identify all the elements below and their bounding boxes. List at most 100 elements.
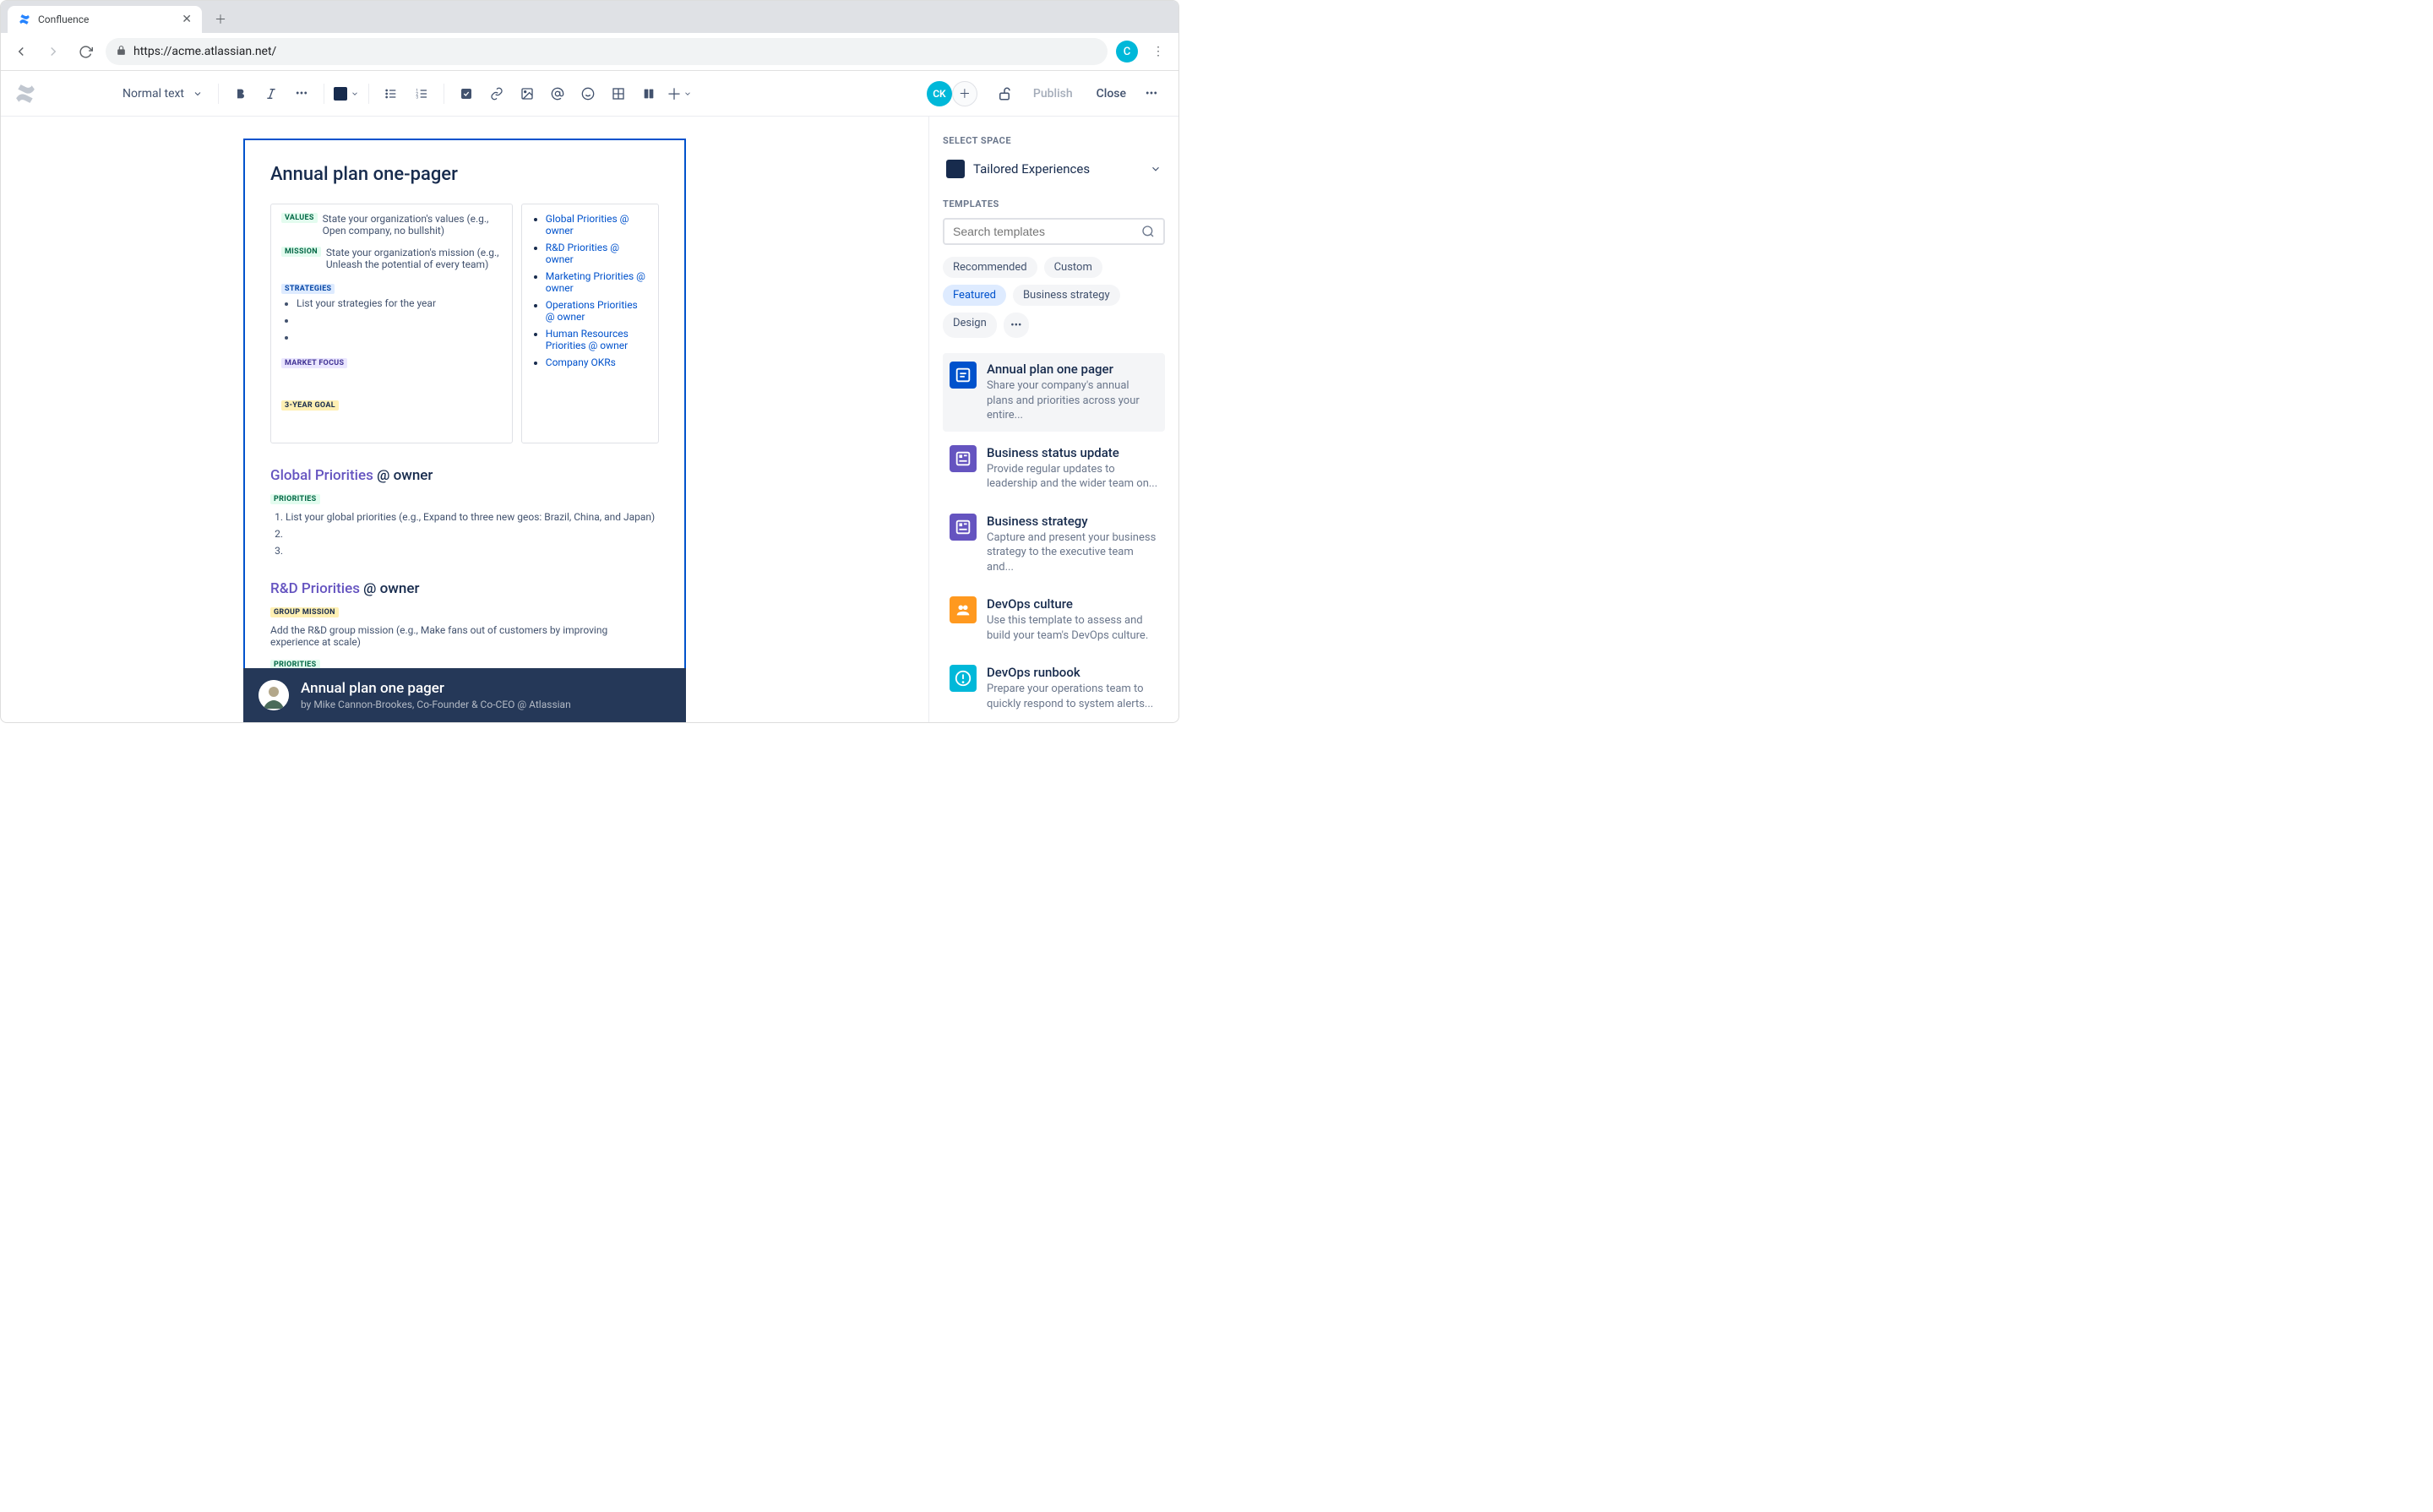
- banner-title: Annual plan one pager: [301, 680, 571, 697]
- editor-area[interactable]: Annual plan one-pager VALUES State your o…: [1, 117, 928, 722]
- chevron-down-icon: [351, 90, 359, 98]
- toc-item[interactable]: Marketing Priorities @ owner: [546, 270, 648, 294]
- text-color-button[interactable]: [333, 80, 360, 107]
- toc-item[interactable]: Operations Priorities @ owner: [546, 299, 648, 323]
- template-icon: [950, 362, 977, 389]
- bullet-list-button[interactable]: [378, 80, 405, 107]
- image-button[interactable]: [514, 80, 541, 107]
- threeyear-badge: 3-YEAR GOAL: [281, 400, 339, 411]
- layouts-button[interactable]: [635, 80, 662, 107]
- link-button[interactable]: [483, 80, 510, 107]
- strategies-item-empty[interactable]: [297, 314, 502, 326]
- values-badge: VALUES: [281, 213, 318, 223]
- app-body: Annual plan one-pager VALUES State your o…: [1, 117, 1178, 722]
- list-item[interactable]: List your global priorities (e.g., Expan…: [286, 511, 659, 523]
- left-column[interactable]: VALUES State your organization's values (…: [270, 204, 513, 443]
- mission-text[interactable]: State your organization's mission (e.g.,…: [326, 247, 502, 270]
- confluence-app: Normal text ••• 123 ＋: [1, 71, 1178, 722]
- more-actions-button[interactable]: •••: [1138, 80, 1165, 107]
- templates-panel: SELECT SPACE Tailored Experiences TEMPLA…: [928, 117, 1178, 722]
- action-item-button[interactable]: [453, 80, 480, 107]
- svg-text:3: 3: [416, 95, 418, 100]
- strategies-item[interactable]: List your strategies for the year: [297, 297, 502, 309]
- browser-menu-icon[interactable]: ⋮: [1146, 40, 1170, 63]
- chevron-down-icon: [193, 89, 203, 99]
- separator: [218, 84, 219, 104]
- toc-link[interactable]: Marketing Priorities @ owner: [546, 270, 645, 294]
- toc-item[interactable]: Company OKRs: [546, 356, 648, 368]
- browser-profile-avatar[interactable]: C: [1116, 41, 1138, 63]
- color-swatch-icon: [334, 87, 347, 101]
- confluence-logo-icon[interactable]: [14, 83, 36, 105]
- template-item[interactable]: Business status update Provide regular u…: [943, 437, 1165, 500]
- toc-link[interactable]: Human Resources Priorities @ owner: [546, 328, 629, 351]
- rd-priorities-heading[interactable]: R&D Priorities @ owner: [270, 580, 659, 597]
- filter-chip[interactable]: Business strategy: [1013, 285, 1120, 306]
- template-info-banner: Annual plan one pager by Mike Cannon-Bro…: [243, 668, 686, 722]
- toc-item[interactable]: R&D Priorities @ owner: [546, 242, 648, 265]
- template-title: DevOps runbook: [987, 665, 1158, 680]
- italic-button[interactable]: [258, 80, 285, 107]
- template-desc: Use this template to assess and build yo…: [987, 613, 1158, 643]
- toc-link[interactable]: Operations Priorities @ owner: [546, 299, 638, 323]
- global-priorities-list[interactable]: List your global priorities (e.g., Expan…: [286, 511, 659, 557]
- toc-link[interactable]: R&D Priorities @ owner: [546, 242, 619, 265]
- text-style-label: Normal text: [122, 87, 184, 101]
- templates-label: TEMPLATES: [943, 199, 1165, 209]
- template-item[interactable]: Annual plan one pager Share your company…: [943, 353, 1165, 432]
- table-button[interactable]: [605, 80, 632, 107]
- new-tab-button[interactable]: ＋: [209, 8, 232, 31]
- filter-chip[interactable]: Custom: [1044, 257, 1102, 278]
- user-avatar[interactable]: CK: [927, 81, 952, 106]
- chevron-down-icon: [683, 90, 692, 98]
- toc-item[interactable]: Human Resources Priorities @ owner: [546, 328, 648, 351]
- emoji-button[interactable]: [574, 80, 601, 107]
- search-templates-input[interactable]: [943, 218, 1165, 245]
- global-priorities-heading[interactable]: Global Priorities @ owner: [270, 467, 659, 484]
- template-item[interactable]: DevOps runbook Prepare your operations t…: [943, 656, 1165, 720]
- publish-button[interactable]: Publish: [1021, 82, 1085, 106]
- forward-button[interactable]: [41, 40, 65, 63]
- bold-button[interactable]: [227, 80, 254, 107]
- space-selector[interactable]: Tailored Experiences: [943, 155, 1165, 183]
- separator: [368, 84, 369, 104]
- restrictions-button[interactable]: [991, 80, 1018, 107]
- toc-link[interactable]: Company OKRs: [546, 356, 616, 368]
- strategies-list[interactable]: List your strategies for the year: [297, 297, 502, 343]
- browser-tab[interactable]: Confluence ✕: [8, 6, 202, 33]
- rd-mission-text[interactable]: Add the R&D group mission (e.g., Make fa…: [270, 624, 659, 648]
- template-title: Annual plan one pager: [987, 362, 1158, 377]
- mission-badge: MISSION: [281, 247, 321, 257]
- right-column-toc[interactable]: Global Priorities @ owner R&D Priorities …: [521, 204, 659, 443]
- insert-button[interactable]: ＋: [666, 80, 693, 107]
- values-text[interactable]: State your organization's values (e.g., …: [323, 213, 502, 237]
- close-tab-icon[interactable]: ✕: [182, 13, 192, 26]
- more-filters-button[interactable]: •••: [1004, 313, 1029, 338]
- list-item-empty[interactable]: [286, 528, 659, 540]
- address-bar[interactable]: https://acme.atlassian.net/: [106, 38, 1108, 65]
- template-list: Annual plan one pager Share your company…: [943, 353, 1165, 722]
- template-icon: [950, 665, 977, 692]
- toc-link[interactable]: Global Priorities @ owner: [546, 213, 629, 237]
- template-item[interactable]: DevOps culture Use this template to asse…: [943, 588, 1165, 651]
- filter-chip[interactable]: Design: [943, 313, 997, 338]
- numbered-list-button[interactable]: 123: [408, 80, 435, 107]
- back-button[interactable]: [9, 40, 33, 63]
- space-name: Tailored Experiences: [973, 161, 1141, 177]
- template-item[interactable]: Business strategy Capture and present yo…: [943, 505, 1165, 584]
- add-collaborator-button[interactable]: ＋: [952, 81, 977, 106]
- page-content[interactable]: Annual plan one-pager VALUES State your o…: [243, 139, 686, 722]
- search-input[interactable]: [953, 225, 1141, 238]
- text-style-select[interactable]: Normal text: [116, 84, 210, 104]
- strategies-item-empty[interactable]: [297, 331, 502, 343]
- toc-item[interactable]: Global Priorities @ owner: [546, 213, 648, 237]
- more-formatting-button[interactable]: •••: [288, 80, 315, 107]
- close-button[interactable]: Close: [1088, 82, 1135, 106]
- filter-chip[interactable]: Recommended: [943, 257, 1037, 278]
- template-desc: Prepare your operations team to quickly …: [987, 682, 1158, 711]
- mention-button[interactable]: [544, 80, 571, 107]
- page-title[interactable]: Annual plan one-pager: [270, 164, 659, 185]
- list-item-empty[interactable]: [286, 545, 659, 557]
- reload-button[interactable]: [73, 40, 97, 63]
- filter-chip[interactable]: Featured: [943, 285, 1006, 306]
